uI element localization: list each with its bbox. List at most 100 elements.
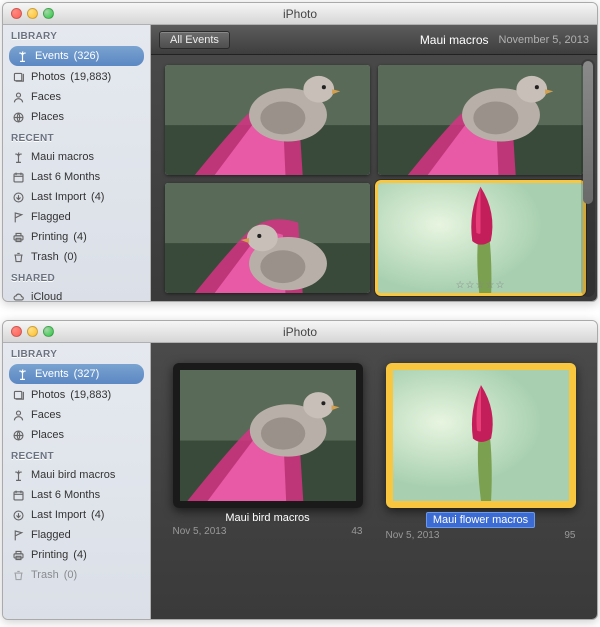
stack-icon — [11, 70, 26, 84]
sidebar: LIBRARYEvents (327)Photos (19,883)FacesP… — [3, 343, 151, 619]
sidebar-item-events[interactable]: Events (327) — [9, 364, 144, 384]
sidebar-item-count: (0) — [64, 569, 77, 581]
sidebar-item-label: Photos — [31, 389, 65, 401]
sidebar-item-label: iCloud — [31, 291, 62, 301]
sidebar-item-places[interactable]: Places — [3, 425, 150, 445]
flag-icon — [11, 210, 26, 224]
sidebar-item-icloud[interactable]: iCloud — [3, 287, 150, 301]
sidebar-item-events[interactable]: Events (326) — [9, 46, 144, 66]
iphoto-window-2: iPhoto LIBRARYEvents (327)Photos (19,883… — [2, 320, 598, 620]
sidebar-item-label: Trash — [31, 569, 59, 581]
face-icon — [11, 90, 26, 104]
sidebar: LIBRARYEvents (326)Photos (19,883)FacesP… — [3, 25, 151, 301]
sidebar-item-faces[interactable]: Faces — [3, 405, 150, 425]
sidebar-item-label: Faces — [31, 91, 61, 103]
sidebar-item-last-6-months[interactable]: Last 6 Months — [3, 485, 150, 505]
event-photo-count: 43 — [351, 526, 362, 537]
content-area: Maui bird macros Nov 5, 2013 43 Maui flowe… — [151, 343, 597, 619]
event-title[interactable]: Maui macros — [420, 33, 489, 47]
sidebar-item-count: (4) — [91, 509, 104, 521]
flag-icon — [11, 528, 26, 542]
sidebar-item-label: Photos — [31, 71, 65, 83]
sidebar-item-label: Places — [31, 429, 64, 441]
event-card[interactable]: Maui bird macros Nov 5, 2013 43 — [169, 363, 366, 537]
sidebar-section-header: RECENT — [3, 127, 150, 147]
content-area: All Events Maui macros November 5, 2013 — [151, 25, 597, 301]
sidebar-item-trash[interactable]: Trash (0) — [3, 565, 150, 585]
palm-icon — [11, 150, 26, 164]
sidebar-item-last-6-months[interactable]: Last 6 Months — [3, 167, 150, 187]
calendar-icon — [11, 488, 26, 502]
sidebar-item-label: Maui macros — [31, 151, 94, 163]
trash-icon — [11, 250, 26, 264]
title-bar[interactable]: iPhoto — [3, 321, 597, 343]
printer-icon — [11, 548, 26, 562]
sidebar-section-header: RECENT — [3, 445, 150, 465]
calendar-icon — [11, 170, 26, 184]
cloud-icon — [11, 290, 26, 301]
globe-icon — [11, 110, 26, 124]
trash-icon — [11, 568, 26, 582]
photo-thumbnail[interactable]: ☆☆☆☆☆ — [378, 183, 583, 293]
sidebar-section-header: LIBRARY — [3, 25, 150, 45]
event-name-label[interactable]: Maui bird macros — [173, 512, 363, 524]
sidebar-item-label: Last Import — [31, 191, 86, 203]
sidebar-item-maui-macros[interactable]: Maui macros — [3, 147, 150, 167]
sidebar-item-photos[interactable]: Photos (19,883) — [3, 67, 150, 87]
sidebar-item-label: Maui bird macros — [31, 469, 115, 481]
sidebar-item-printing[interactable]: Printing (4) — [3, 545, 150, 565]
sidebar-item-count: (4) — [73, 231, 86, 243]
event-thumbnail[interactable] — [173, 363, 363, 508]
sidebar-item-count: (327) — [74, 368, 100, 380]
sidebar-item-printing[interactable]: Printing (4) — [3, 227, 150, 247]
sidebar-item-label: Printing — [31, 549, 68, 561]
down-arrow-icon — [11, 190, 26, 204]
sidebar-item-label: Events — [35, 50, 69, 62]
event-thumbnail[interactable] — [386, 363, 576, 508]
sidebar-item-trash[interactable]: Trash (0) — [3, 247, 150, 267]
event-card[interactable]: Maui flower macrosNov 5, 201395 — [382, 363, 579, 541]
window-title: iPhoto — [3, 325, 597, 339]
sidebar-item-count: (4) — [73, 549, 86, 561]
sidebar-item-flagged[interactable]: Flagged — [3, 525, 150, 545]
event-date: Nov 5, 2013 — [173, 526, 227, 537]
iphoto-window-1: iPhoto LIBRARYEvents (326)Photos (19,883… — [2, 2, 598, 302]
down-arrow-icon — [11, 508, 26, 522]
scrollbar-thumb[interactable] — [583, 61, 593, 204]
sidebar-item-count: (19,883) — [70, 71, 111, 83]
sidebar-item-count: (326) — [74, 50, 100, 62]
palm-icon — [15, 49, 30, 63]
palm-icon — [15, 367, 30, 381]
title-bar[interactable]: iPhoto — [3, 3, 597, 25]
all-events-button[interactable]: All Events — [159, 31, 230, 49]
sidebar-item-label: Faces — [31, 409, 61, 421]
event-name-input[interactable]: Maui flower macros — [426, 512, 535, 528]
event-toolbar: All Events Maui macros November 5, 2013 — [151, 25, 597, 55]
sidebar-item-label: Last 6 Months — [31, 489, 100, 501]
photo-thumbnail[interactable] — [378, 65, 583, 175]
sidebar-item-maui-bird-macros[interactable]: Maui bird macros — [3, 465, 150, 485]
photo-thumbnail[interactable] — [165, 65, 370, 175]
palm-icon — [11, 468, 26, 482]
sidebar-item-count: (4) — [91, 191, 104, 203]
sidebar-item-faces[interactable]: Faces — [3, 87, 150, 107]
sidebar-item-flagged[interactable]: Flagged — [3, 207, 150, 227]
printer-icon — [11, 230, 26, 244]
rating-stars[interactable]: ☆☆☆☆☆ — [456, 280, 506, 291]
sidebar-item-last-import[interactable]: Last Import (4) — [3, 187, 150, 207]
sidebar-item-photos[interactable]: Photos (19,883) — [3, 385, 150, 405]
window-title: iPhoto — [3, 7, 597, 21]
sidebar-item-label: Trash — [31, 251, 59, 263]
sidebar-item-label: Printing — [31, 231, 68, 243]
sidebar-item-last-import[interactable]: Last Import (4) — [3, 505, 150, 525]
sidebar-item-label: Events — [35, 368, 69, 380]
stack-icon — [11, 388, 26, 402]
photo-thumbnail[interactable] — [165, 183, 370, 293]
sidebar-item-label: Flagged — [31, 211, 71, 223]
event-photo-count: 95 — [564, 530, 575, 541]
sidebar-item-count: (0) — [64, 251, 77, 263]
scrollbar[interactable] — [581, 59, 595, 297]
sidebar-item-label: Places — [31, 111, 64, 123]
sidebar-section-header: SHARED — [3, 267, 150, 287]
sidebar-item-places[interactable]: Places — [3, 107, 150, 127]
